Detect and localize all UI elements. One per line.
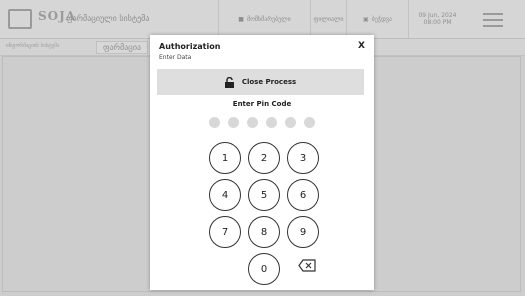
pin-dot — [266, 117, 277, 128]
user-name: მომხმარებელი — [246, 15, 291, 23]
datetime-segment: 09 Jun, 2024 08:00 PM — [408, 0, 466, 38]
keypad-key-7[interactable]: 7 — [209, 216, 241, 248]
modal-subtitle: Enter Data — [159, 54, 192, 61]
close-process-button[interactable]: Close Process — [157, 69, 364, 95]
sub-bar-text: ინფორმაციის სისტემა — [6, 43, 60, 49]
keypad-key-1[interactable]: 1 — [209, 142, 241, 174]
print-segment[interactable]: ▣ ბეჭდვა — [346, 0, 408, 38]
keypad-key-9[interactable]: 9 — [287, 216, 319, 248]
branch-segment[interactable]: ფილიალი — [310, 0, 346, 38]
pin-dots — [150, 117, 374, 128]
printer-icon: ▣ — [363, 15, 369, 23]
keypad-key-5[interactable]: 5 — [248, 179, 280, 211]
logo-icon — [8, 9, 32, 29]
branch-label: ფილიალი — [313, 15, 344, 23]
pin-dot — [209, 117, 220, 128]
backspace-button[interactable] — [296, 257, 318, 273]
keypad-key-2[interactable]: 2 — [248, 142, 280, 174]
keypad-key-4[interactable]: 4 — [209, 179, 241, 211]
top-bar: SOJA ფარმაციული სისტემა ■ მომხმარებელი ფ… — [0, 0, 525, 39]
unlock-icon — [224, 76, 234, 88]
hamburger-icon[interactable] — [483, 13, 503, 31]
keypad-key-0[interactable]: 0 — [248, 253, 280, 285]
keypad-key-3[interactable]: 3 — [287, 142, 319, 174]
close-icon[interactable]: X — [358, 41, 365, 51]
pin-dot — [247, 117, 258, 128]
user-segment[interactable]: ■ მომხმარებელი — [218, 0, 310, 38]
authorization-modal: Authorization Enter Data X Close Process… — [150, 35, 374, 290]
pin-dot — [285, 117, 296, 128]
modal-title: Authorization — [159, 42, 221, 51]
print-label: ბეჭდვა — [371, 15, 392, 23]
date-text: 09 Jun, 2024 — [418, 12, 457, 19]
app-title: ფარმაციული სისტემა — [66, 14, 150, 23]
keypad-key-6[interactable]: 6 — [287, 179, 319, 211]
pin-dot — [228, 117, 239, 128]
keypad-key-8[interactable]: 8 — [248, 216, 280, 248]
pin-dot — [304, 117, 315, 128]
tab-pharmacy[interactable]: ფარმაცია — [96, 41, 149, 54]
user-icon: ■ — [238, 15, 244, 23]
time-text: 08:00 PM — [423, 19, 452, 26]
close-process-label: Close Process — [241, 78, 297, 86]
pin-label: Enter Pin Code — [232, 100, 292, 108]
backspace-icon — [298, 258, 316, 272]
